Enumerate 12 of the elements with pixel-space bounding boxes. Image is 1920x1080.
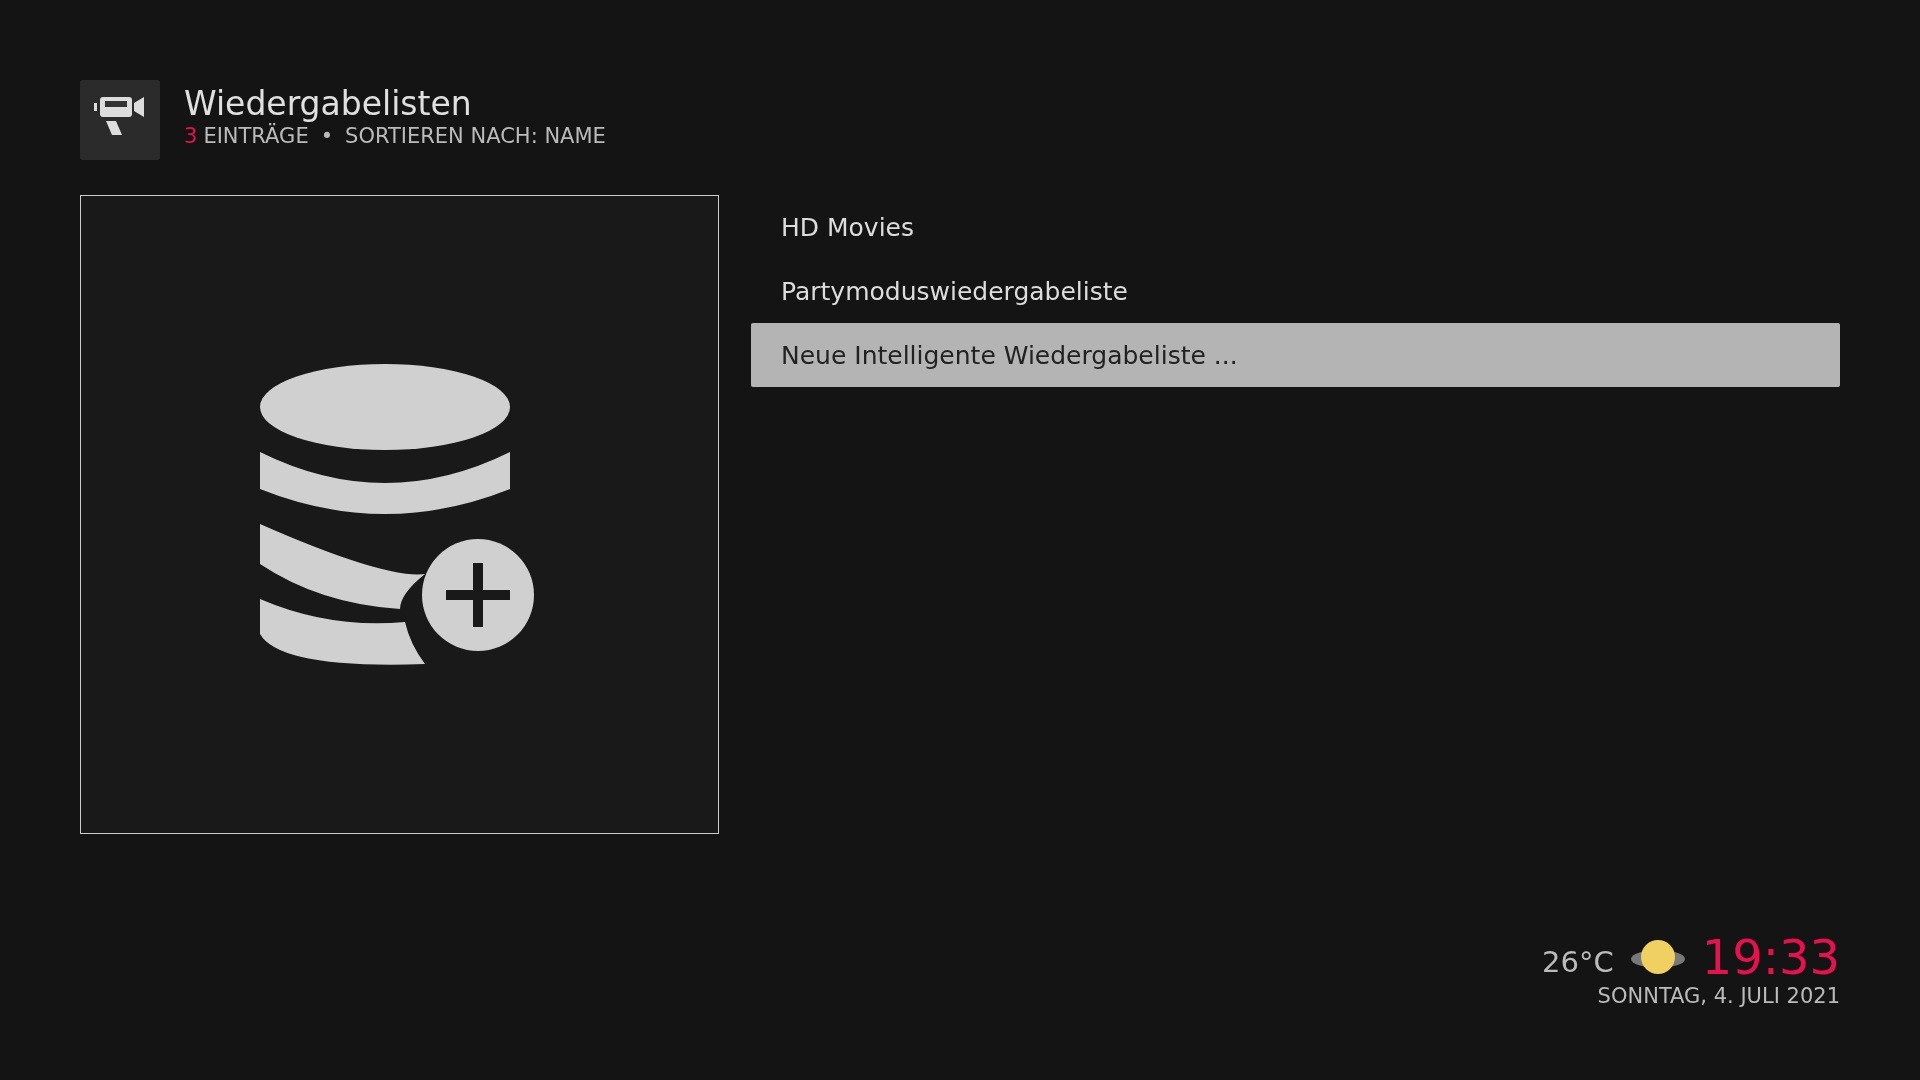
temperature: 26°C <box>1542 945 1614 979</box>
item-count-label: EINTRÄGE <box>203 124 309 148</box>
page-title: Wiedergabelisten <box>184 84 473 124</box>
clock-time: 19:33 <box>1701 930 1840 984</box>
item-count: 3 <box>184 124 198 148</box>
date: SONNTAG, 4. JULI 2021 <box>1597 984 1840 1008</box>
playlist-item[interactable]: Neue Intelligente Wiedergabeliste ... <box>751 323 1840 387</box>
sort-label[interactable]: SORTIEREN NACH: NAME <box>345 124 606 148</box>
separator-dot: • <box>320 124 334 148</box>
playlist-item[interactable]: Partymoduswiedergabeliste <box>751 259 1840 323</box>
playlist-item[interactable]: HD Movies <box>751 195 1840 259</box>
sun-cloud-icon <box>1629 937 1686 977</box>
